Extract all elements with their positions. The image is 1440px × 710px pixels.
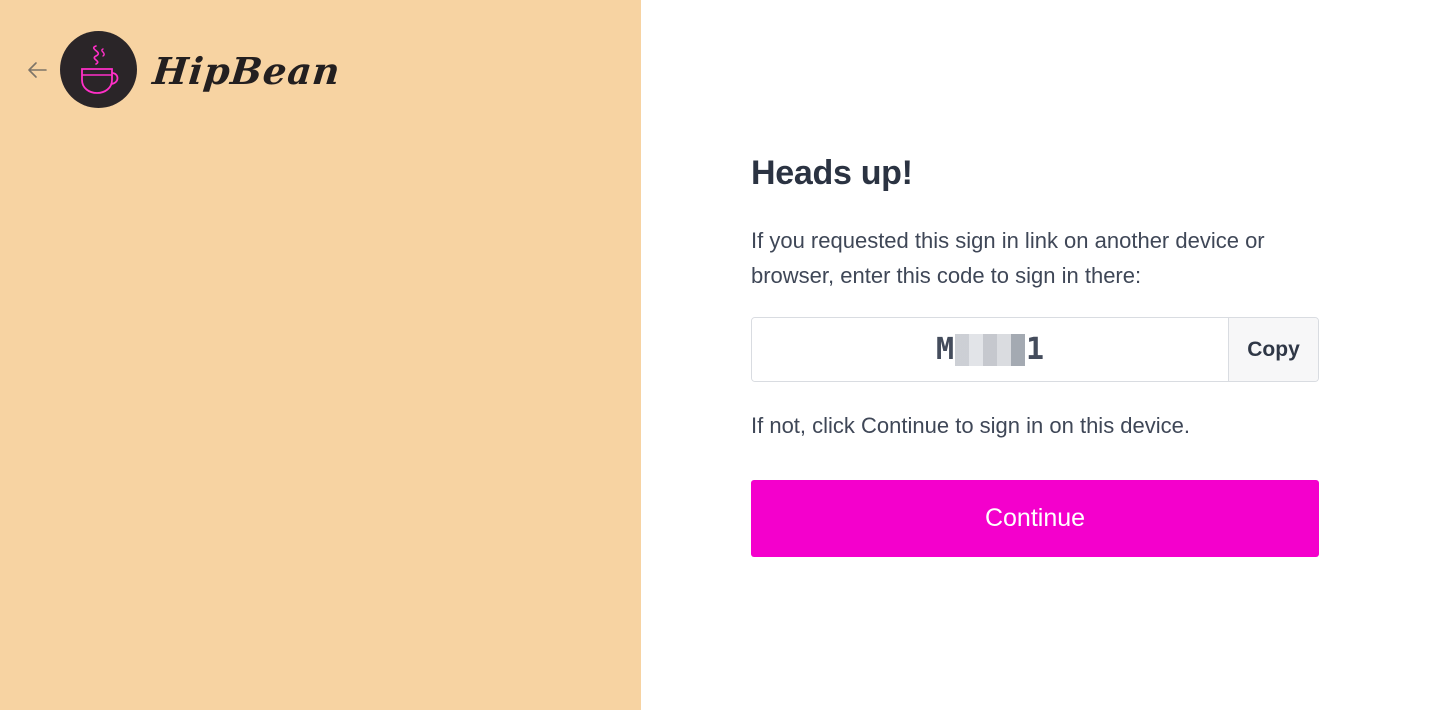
brand-logo-link[interactable]: HipBean — [60, 31, 343, 108]
continue-note: If not, click Continue to sign in on thi… — [751, 413, 1191, 438]
page-title: Heads up! — [751, 154, 913, 192]
arrow-left-icon — [28, 62, 47, 78]
code-redaction — [955, 333, 1025, 366]
logo-badge — [60, 31, 137, 108]
brand-wordmark: HipBean — [150, 48, 343, 93]
code-last-char: 1 — [1026, 332, 1045, 367]
sign-in-code-field[interactable]: M 1 — [752, 318, 1228, 381]
copy-button[interactable]: Copy — [1228, 318, 1318, 381]
back-button[interactable] — [24, 57, 50, 83]
continue-button[interactable]: Continue — [751, 480, 1319, 557]
code-first-char: M — [935, 332, 954, 367]
sign-in-notice: Heads up! If you requested this sign in … — [751, 150, 1319, 557]
page: HipBean Heads up! If you requested this … — [0, 0, 1440, 710]
content-panel: Heads up! If you requested this sign in … — [641, 0, 1440, 710]
sign-in-code: M 1 — [936, 332, 1044, 367]
coffee-cup-icon — [80, 44, 118, 94]
intro-text: If you requested this sign in link on an… — [751, 228, 1265, 288]
brand-panel: HipBean — [0, 0, 641, 710]
sign-in-code-group: M 1 Copy — [751, 317, 1319, 382]
